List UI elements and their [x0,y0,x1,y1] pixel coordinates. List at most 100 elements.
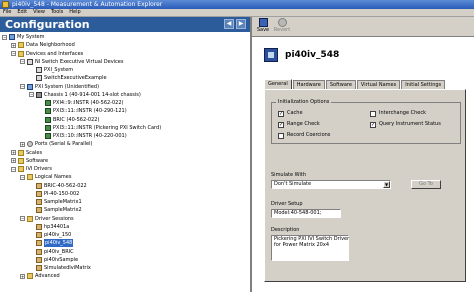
folder-icon [18,50,24,57]
collapse-icon[interactable]: − [20,216,25,221]
save-button[interactable]: Save [254,18,272,35]
tree-node[interactable]: pi40iv_548 [29,239,74,248]
simulate-with-select[interactable]: Don't Simulate ▼ [271,180,391,189]
collapse-icon[interactable]: − [20,174,25,180]
tree-node[interactable]: + Advanced [20,272,60,280]
tree-node-label: Data Neighborhood [26,42,75,49]
tree-node[interactable]: SampleMatrix2 [29,206,82,214]
menu-view[interactable]: View [30,9,48,16]
driver-setup-field[interactable]: Model:40-548-001; [271,209,341,218]
gear-icon [27,141,33,148]
cache-checkbox[interactable]: ✓ Cache [278,110,303,117]
tree-node[interactable]: PXI4::9::INSTR (40-562-022) [38,99,123,107]
scroll-left-icon[interactable]: ◀ [224,19,234,29]
tree-node[interactable]: BRIC-40-562-022 [29,182,87,190]
driver-setup-value: Model:40-548-001; [274,210,322,216]
tree-node[interactable]: + Software [11,157,48,165]
menu-tools[interactable]: Tools [48,9,66,16]
tree-node[interactable]: pi40iv_BRIC [29,248,74,256]
collapse-icon[interactable]: − [2,34,7,40]
tree-node-label: PXI3::11::INSTR (Pickering PXI Switch Ca… [53,124,162,131]
window-title: pi40iv_548 - Measurement & Automation Ex… [12,1,163,8]
query-instrument-status-checkbox[interactable]: ✓ Query Instrument Status [370,121,441,128]
tab-virtual-names[interactable]: Virtual Names [356,80,401,89]
tree-node[interactable]: PXI_System [29,66,73,74]
collapse-icon[interactable]: − [11,166,16,172]
tree-node[interactable]: − Logical Names [20,173,71,181]
range-check-box: ✓ [278,121,284,128]
range-check-checkbox[interactable]: ✓ Range Check [278,121,320,128]
tree-node[interactable]: SimulatedIviMatrix [29,264,91,272]
driver-icon [36,199,42,205]
tree-node-label: PXI System (Unidentified) [35,83,100,90]
tree-node-label: PXI3::11::INSTR (40-290-121) [53,108,127,115]
go-to-button[interactable]: Go To [411,180,441,189]
menu-edit[interactable]: Edit [14,9,30,16]
tab-initial-settings[interactable]: Initial Settings [401,80,446,89]
collapse-icon[interactable]: − [20,84,25,89]
tree-node[interactable]: − Driver Sessions [20,215,74,223]
tree-node[interactable]: pi40ivSample [29,256,78,264]
interchange-check-label: Interchange Check [379,110,426,116]
driver-icon [36,240,42,247]
tree-node[interactable]: PXI3::10::INSTR (40-220-001) [38,132,127,140]
folder-icon [18,42,24,49]
folder-icon [18,166,24,172]
initialization-options-title: Initialization Options [276,99,332,106]
chevron-down-icon: ▼ [383,181,390,188]
interchange-check-checkbox[interactable]: Interchange Check [370,110,426,117]
tree-node-label: SampleMatrix1 [44,199,82,205]
expand-icon[interactable]: + [11,150,16,155]
configuration-title: Configuration [5,18,90,31]
tree-node[interactable]: + Ports (Serial & Parallel) [20,140,92,148]
tree-node[interactable]: BRIC (40-562-022) [38,116,99,124]
tab-general[interactable]: General [264,79,292,89]
description-textarea[interactable]: Pickering PXI IVI Switch Driver for Powe… [271,235,349,261]
driver-icon [36,190,42,197]
tree-node[interactable]: − Chassis 1 (40-914-001 14-slot chassis) [29,91,141,99]
query-instrument-status-box: ✓ [370,121,376,128]
collapse-icon[interactable]: − [29,92,34,98]
tree-node[interactable]: PI-40-150-002 [29,190,79,198]
tree-node-label: Scales [26,149,43,156]
tab-strip: General Hardware Software Virtual Names … [264,79,446,89]
tree-node[interactable]: − Devices and Interfaces [11,50,83,58]
query-instrument-status-label: Query Instrument Status [379,121,441,127]
menu-help[interactable]: Help [66,9,83,16]
expand-icon[interactable]: + [20,273,25,279]
chip-icon [45,124,51,131]
expand-icon[interactable]: + [11,42,16,48]
tree-node[interactable]: + Data Neighborhood [11,41,75,49]
tree-node[interactable]: − IVI Drivers [11,165,52,173]
save-label: Save [256,27,270,33]
record-coercions-checkbox[interactable]: Record Coercions [278,132,330,139]
tree-node[interactable]: + Scales [11,149,42,157]
collapse-icon[interactable]: − [20,59,25,65]
tree-node-label: Ports (Serial & Parallel) [35,141,93,148]
tree-node[interactable]: hp34401a [29,223,69,231]
revert-button[interactable]: Revert [273,18,291,35]
expand-icon[interactable]: + [20,141,25,147]
expand-icon[interactable]: + [11,158,16,164]
tab-hardware[interactable]: Hardware [292,80,325,89]
simulate-with-value: Don't Simulate [274,181,312,187]
tree-node[interactable]: SwitchExecutiveExample [29,74,107,82]
scroll-right-icon[interactable]: ▶ [236,19,246,29]
tree-node-label: PXI4::9::INSTR (40-562-022) [53,100,124,106]
tree-node[interactable]: PXI3::11::INSTR (Pickering PXI Switch Ca… [38,124,161,132]
collapse-icon[interactable]: − [11,51,16,56]
tree-node[interactable]: − PXI System (Unidentified) [20,83,99,91]
driver-icon [36,207,42,214]
tree-node[interactable]: PXI3::11::INSTR (40-290-121) [38,107,127,115]
configuration-pane: Configuration ◀ ▶ − My System + Data Neighb… [0,17,252,292]
tree-node[interactable]: − NI Switch Executive Virtual Devices [20,58,124,66]
description-line-2: for Power Matrix 20x4 [274,242,330,248]
tree-node-label: Software [26,157,49,164]
tab-software[interactable]: Software [325,80,356,89]
tree-node[interactable]: pi40iv_150 [29,231,71,239]
folder-icon [18,157,24,164]
tree-node[interactable]: SampleMatrix1 [29,198,82,206]
menu-file[interactable]: File [0,9,14,16]
tree-node-label: hp34401a [44,223,70,230]
tree-node[interactable]: − My System [2,33,45,41]
